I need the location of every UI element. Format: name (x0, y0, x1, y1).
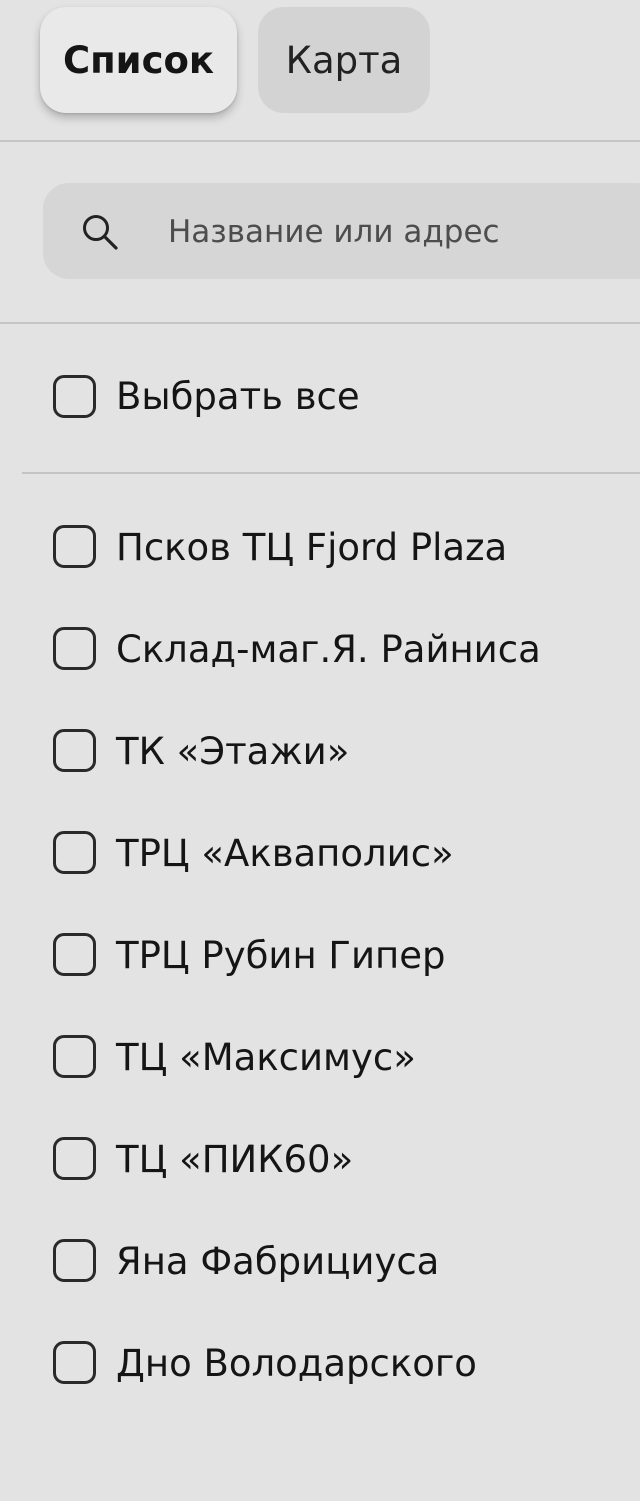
store-checkbox[interactable] (53, 933, 96, 976)
select-all-label: Выбрать все (116, 375, 360, 418)
search-input[interactable] (168, 205, 618, 259)
store-checkbox[interactable] (53, 1239, 96, 1282)
select-all-row[interactable]: Выбрать все (0, 352, 640, 442)
store-label: Дно Володарского (116, 1342, 477, 1385)
store-label: Псков ТЦ Fjord Plaza (116, 526, 508, 569)
list-item[interactable]: ТРЦ Рубин Гипер (0, 910, 640, 1000)
search-icon (83, 215, 118, 250)
list-item[interactable]: Дно Володарского (0, 1318, 640, 1408)
store-label: Склад-маг.Я. Райниса (116, 628, 541, 671)
list-item[interactable]: Склад-маг.Я. Райниса (0, 604, 640, 694)
store-label: ТК «Этажи» (116, 730, 350, 773)
tab-list[interactable]: Список (40, 7, 237, 113)
store-label: ТЦ «ПИК60» (116, 1138, 354, 1181)
store-checkbox[interactable] (53, 627, 96, 670)
list-item[interactable]: ТЦ «Максимус» (0, 1012, 640, 1102)
search-divider (0, 322, 640, 324)
store-checkbox[interactable] (53, 1341, 96, 1384)
tab-list-label: Список (62, 38, 215, 82)
list-item[interactable]: ТК «Этажи» (0, 706, 640, 796)
list-item[interactable]: Псков ТЦ Fjord Plaza (0, 502, 640, 592)
store-checkbox[interactable] (53, 831, 96, 874)
select-all-divider (22, 472, 640, 474)
store-label: ТРЦ Рубин Гипер (116, 934, 446, 977)
store-checkbox[interactable] (53, 729, 96, 772)
store-checkbox[interactable] (53, 1137, 96, 1180)
store-checkbox[interactable] (53, 1035, 96, 1078)
store-label: Яна Фабрициуса (116, 1240, 440, 1283)
select-all-checkbox[interactable] (53, 375, 96, 418)
list-item[interactable]: ТРЦ «Акваполис» (0, 808, 640, 898)
store-checkbox[interactable] (53, 525, 96, 568)
tab-map[interactable]: Карта (258, 7, 430, 113)
store-label: ТЦ «Максимус» (116, 1036, 416, 1079)
tabs-divider (0, 140, 640, 142)
store-label: ТРЦ «Акваполис» (116, 832, 454, 875)
list-item[interactable]: ТЦ «ПИК60» (0, 1114, 640, 1204)
list-item[interactable]: Яна Фабрициуса (0, 1216, 640, 1306)
tab-map-label: Карта (285, 38, 403, 82)
view-tabs: Список Карта (0, 0, 640, 142)
